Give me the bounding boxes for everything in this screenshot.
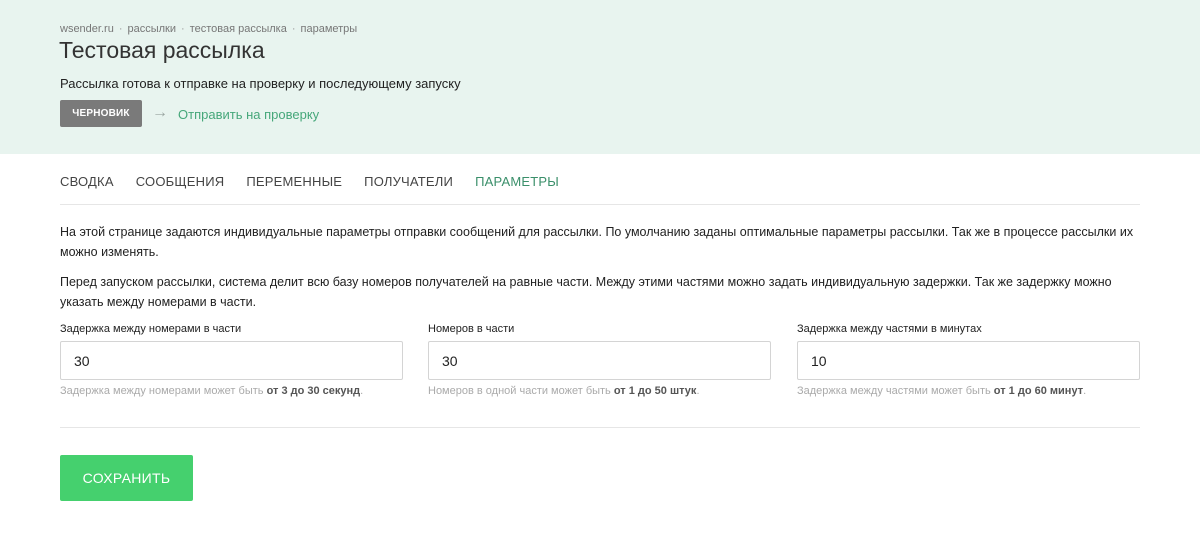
hint-suffix: .	[360, 385, 364, 397]
field-part-delay: Задержка между частями в минутах Задержк…	[797, 322, 1140, 397]
tabs-divider	[60, 204, 1140, 205]
hint-suffix: .	[696, 385, 700, 397]
description-paragraph-1: На этой странице задаются индивидуальные…	[60, 225, 1134, 259]
field-label: Задержка между номерами в части	[60, 323, 242, 335]
breadcrumb-separator: ·	[118, 23, 123, 35]
save-button[interactable]: СОХРАНИТЬ	[60, 455, 193, 501]
field-hint: Задержка между номерами может быть от 3 …	[60, 385, 403, 397]
breadcrumb-item-current: параметры	[300, 23, 358, 35]
form-divider	[60, 427, 1140, 428]
field-hint: Задержка между частями может быть от 1 д…	[797, 385, 1140, 397]
field-number-delay: Задержка между номерами в части Задержка…	[60, 322, 403, 397]
breadcrumb-item-mailings[interactable]: рассылки	[127, 23, 176, 35]
tab-parameters[interactable]: ПАРАМЕТРЫ	[475, 174, 559, 190]
tab-bar: СВОДКА СООБЩЕНИЯ ПЕРЕМЕННЫЕ ПОЛУЧАТЕЛИ П…	[60, 174, 581, 190]
number-delay-input[interactable]	[60, 341, 403, 380]
arrow-right-icon: →	[152, 104, 168, 121]
breadcrumb-separator: ·	[291, 23, 296, 35]
tab-messages[interactable]: СООБЩЕНИЯ	[136, 174, 225, 190]
description-paragraph-2: Перед запуском рассылки, система делит в…	[60, 275, 1112, 309]
field-label: Номеров в части	[428, 323, 515, 335]
part-delay-input[interactable]	[797, 341, 1140, 380]
page-header: wsender.ru · рассылки · тестовая рассылка · па…	[0, 0, 1200, 154]
status-text: Рассылка готова к отправке на проверку и…	[60, 76, 461, 91]
page-title: Тестовая рассылка	[59, 37, 265, 63]
breadcrumb-item-site[interactable]: wsender.ru	[60, 23, 114, 35]
hint-range: от 1 до 60 минут	[993, 385, 1084, 397]
breadcrumb: wsender.ru · рассылки · тестовая рассылка · па…	[60, 23, 357, 35]
breadcrumb-item-test-mailing[interactable]: тестовая рассылка	[190, 23, 287, 35]
hint-suffix: .	[1083, 385, 1087, 397]
field-hint: Номеров в одной части может быть от 1 до…	[428, 385, 771, 397]
tab-variables[interactable]: ПЕРЕМЕННЫЕ	[246, 174, 342, 190]
tab-summary[interactable]: СВОДКА	[60, 174, 114, 190]
field-label: Задержка между частями в минутах	[797, 323, 982, 335]
hint-text: Задержка между частями может быть	[797, 385, 994, 397]
field-numbers-per-part: Номеров в части Номеров в одной части мо…	[428, 322, 771, 397]
breadcrumb-separator: ·	[181, 23, 185, 35]
numbers-per-part-input[interactable]	[428, 341, 771, 380]
hint-range: от 3 до 30 секунд	[266, 385, 361, 397]
hint-text: Номеров в одной части может быть	[428, 385, 614, 397]
send-for-review-link[interactable]: Отправить на проверку	[178, 107, 319, 122]
draft-status-badge: ЧЕРНОВИК	[60, 100, 142, 127]
tab-recipients[interactable]: ПОЛУЧАТЕЛИ	[364, 174, 453, 190]
hint-range: от 1 до 50 штук	[613, 385, 697, 397]
hint-text: Задержка между номерами может быть	[60, 385, 267, 397]
